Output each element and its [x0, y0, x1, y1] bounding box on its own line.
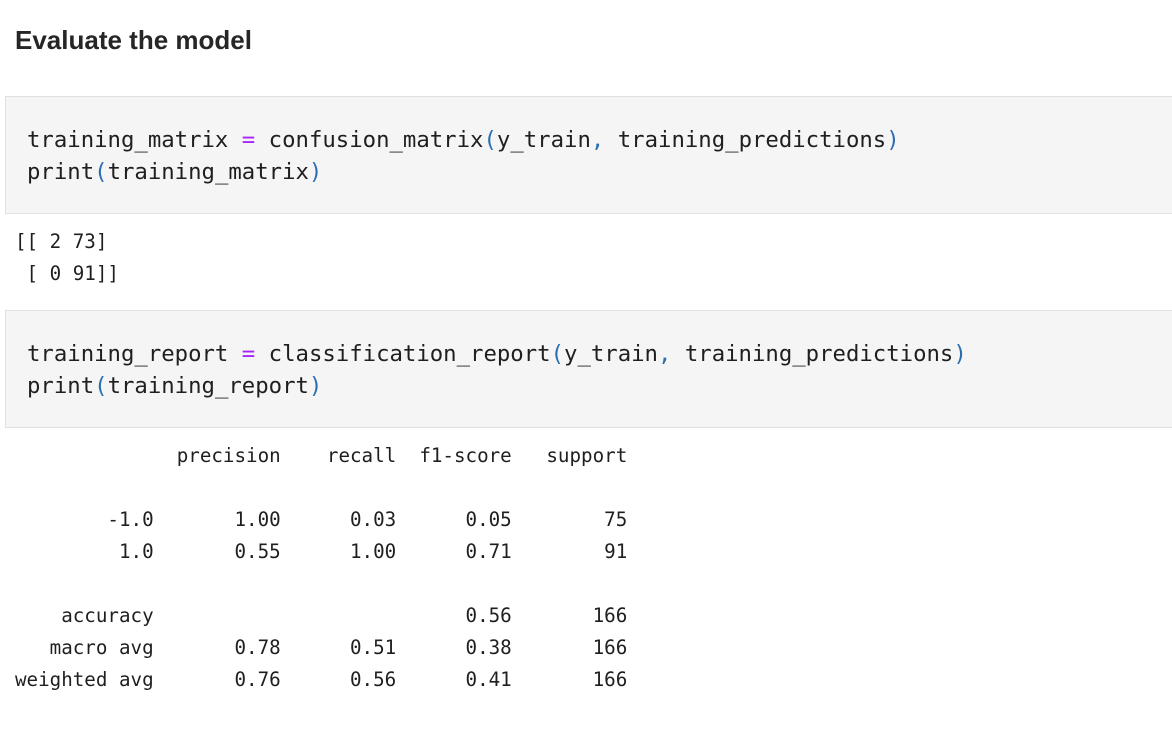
code-argument: training_matrix [107, 159, 309, 185]
code-function: print [27, 159, 95, 185]
code-function: print [27, 373, 95, 399]
code-function: confusion_matrix [268, 127, 484, 153]
code-paren-open: ( [483, 127, 497, 153]
code-paren-open: ( [550, 341, 565, 367]
report-header-row: precision recall f1-score support [15, 444, 628, 467]
code-cell-classification-report[interactable]: training_report = classification_report(… [5, 310, 1172, 428]
code-function: classification_report [268, 341, 551, 367]
cell-output-confusion-matrix: [[ 2 73] [ 0 91]] [15, 226, 119, 290]
report-row-macro-avg: macro avg 0.78 0.51 0.38 166 [15, 636, 628, 659]
output-line: [ 0 91]] [15, 262, 119, 285]
report-row-accuracy: accuracy 0.56 166 [15, 604, 628, 627]
output-line: [[ 2 73] [15, 230, 108, 253]
report-row-class-1: 1.0 0.55 1.00 0.71 91 [15, 540, 628, 563]
code-paren-close: ) [308, 373, 323, 399]
code-line-2: print(training_report) [27, 373, 322, 399]
code-operator: = [241, 341, 256, 367]
code-paren-open: ( [94, 373, 108, 399]
report-row-class-neg1: -1.0 1.00 0.03 0.05 75 [15, 508, 628, 531]
code-cell-confusion-matrix[interactable]: training_matrix = confusion_matrix(y_tra… [5, 96, 1172, 214]
code-line-2: print(training_matrix) [27, 159, 322, 185]
code-argument: training_report [107, 373, 309, 399]
code-argument: training_predictions [684, 341, 954, 367]
code-variable: training_matrix [27, 127, 229, 153]
code-comma: , [657, 341, 672, 367]
code-comma: , [590, 127, 605, 153]
code-argument: y_train [564, 341, 658, 367]
code-operator: = [241, 127, 256, 153]
code-variable: training_report [27, 341, 229, 367]
code-line-1: training_report = classification_report(… [27, 341, 967, 367]
code-argument: training_predictions [617, 127, 887, 153]
code-input[interactable]: training_report = classification_report(… [27, 338, 967, 402]
code-line-1: training_matrix = confusion_matrix(y_tra… [27, 127, 900, 153]
section-heading: Evaluate the model [15, 25, 252, 55]
code-paren-close: ) [308, 159, 323, 185]
code-argument: y_train [496, 127, 591, 153]
code-paren-close: ) [953, 341, 967, 367]
report-row-weighted-avg: weighted avg 0.76 0.56 0.41 166 [15, 668, 628, 691]
code-input[interactable]: training_matrix = confusion_matrix(y_tra… [27, 124, 900, 188]
code-paren-close: ) [886, 127, 900, 153]
cell-output-classification-report: precision recall f1-score support -1.0 1… [15, 440, 627, 696]
code-paren-open: ( [94, 159, 108, 185]
